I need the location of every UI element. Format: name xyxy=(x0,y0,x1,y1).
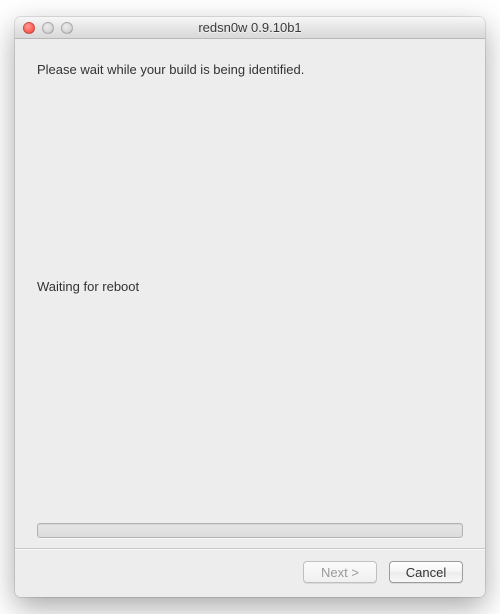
cancel-button[interactable]: Cancel xyxy=(389,561,463,583)
status-text: Waiting for reboot xyxy=(37,279,463,294)
window-title: redsn0w 0.9.10b1 xyxy=(15,20,485,35)
progress-bar xyxy=(37,523,463,538)
spacer xyxy=(37,294,463,523)
next-button: Next > xyxy=(303,561,377,583)
separator xyxy=(15,548,485,549)
zoom-icon[interactable] xyxy=(61,22,73,34)
app-window: redsn0w 0.9.10b1 Please wait while your … xyxy=(15,17,485,597)
instruction-text: Please wait while your build is being id… xyxy=(37,61,463,79)
close-icon[interactable] xyxy=(23,22,35,34)
minimize-icon[interactable] xyxy=(42,22,54,34)
traffic-lights xyxy=(23,22,73,34)
button-row: Next > Cancel xyxy=(37,561,463,583)
titlebar[interactable]: redsn0w 0.9.10b1 xyxy=(15,17,485,39)
content-area: Please wait while your build is being id… xyxy=(15,39,485,597)
